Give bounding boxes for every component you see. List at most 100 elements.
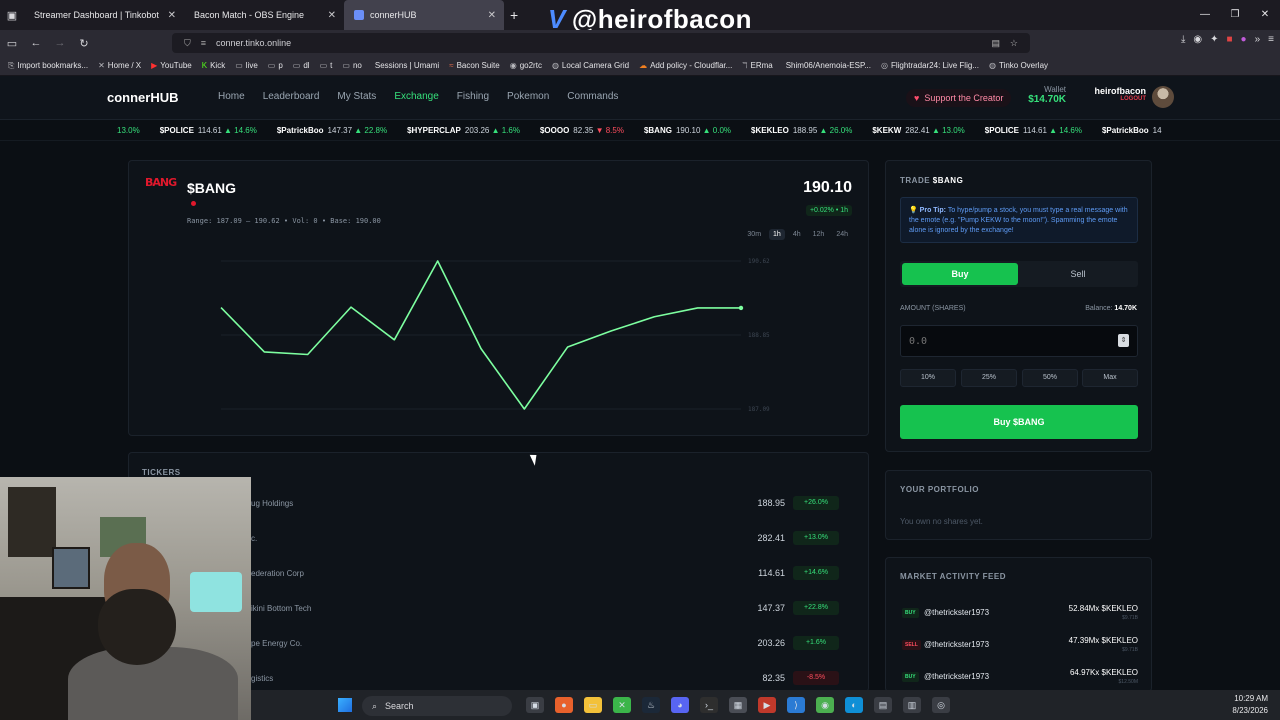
taskbar-search[interactable]: ⌕ Search — [362, 696, 512, 716]
vscode-icon[interactable]: ⟩ — [787, 697, 805, 713]
chrome-icon[interactable]: ◉ — [816, 697, 834, 713]
pct-10-button[interactable]: 10% — [900, 369, 956, 387]
bookmark-go2rtc[interactable]: ◉ go2rtc — [510, 61, 542, 70]
avatar[interactable] — [1152, 86, 1174, 108]
bookmark-folder-no[interactable]: ▭ no — [342, 61, 361, 70]
sell-tab[interactable]: Sell — [1020, 263, 1136, 285]
pct-50-button[interactable]: 50% — [1022, 369, 1078, 387]
app-icon[interactable]: ▤ — [874, 697, 892, 713]
bookmark-folder-live[interactable]: ▭ live — [235, 61, 258, 70]
pct-25-button[interactable]: 25% — [961, 369, 1017, 387]
ticker-strip-item[interactable]: $OOOO 82.35 ▼ 8.5% — [540, 126, 624, 135]
bookmark-folder-t[interactable]: ▭ t — [320, 61, 333, 70]
extension-red-icon[interactable]: ■ — [1227, 34, 1233, 45]
menu-icon[interactable]: ≡ — [1268, 34, 1274, 45]
ticker-strip-item[interactable]: $HYPERCLAP 203.26 ▲ 1.6% — [407, 126, 520, 135]
buy-tab[interactable]: Buy — [902, 263, 1018, 285]
sidebar-toggle-icon[interactable]: ▭ — [0, 37, 24, 50]
reload-icon[interactable]: ↻ — [72, 37, 96, 50]
ticker-strip-item[interactable]: $POLICE 114.61 ▲ 14.6% — [160, 126, 257, 135]
logout-link[interactable]: LOGOUT — [1090, 96, 1146, 102]
nav-fishing[interactable]: Fishing — [457, 91, 489, 102]
close-tab-icon[interactable]: ✕ — [168, 10, 176, 21]
ticker-strip-item[interactable]: $KEKLEO 188.95 ▲ 26.0% — [751, 126, 852, 135]
download-icon[interactable]: ⤓ — [1181, 34, 1185, 45]
bookmark-flightradar[interactable]: ◎ Flightradar24: Live Flig... — [881, 61, 979, 70]
bookmark-star-icon[interactable]: ☆ — [1010, 38, 1018, 49]
close-window-icon[interactable]: ✕ — [1250, 0, 1280, 30]
file-explorer-icon[interactable]: ▭ — [584, 697, 602, 713]
terminal-icon[interactable]: ›_ — [700, 697, 718, 713]
reader-icon[interactable]: ▤ — [991, 38, 1000, 49]
ticker-strip-item[interactable]: $BANG 190.10 ▲ 0.0% — [644, 126, 731, 135]
discord-icon[interactable]: ◕ — [671, 697, 689, 713]
restore-icon[interactable]: ❐ — [1220, 0, 1250, 30]
ticker-strip-item[interactable]: $PatrickBoo 147.37 ▲ 22.8% — [277, 126, 387, 135]
minimize-icon[interactable]: — — [1190, 0, 1220, 30]
task-view-icon[interactable]: ▣ — [526, 697, 544, 713]
tab-connerhub[interactable]: connerHUB ✕ — [344, 0, 504, 30]
close-tab-icon[interactable]: ✕ — [488, 10, 496, 21]
app-icon[interactable]: ▦ — [729, 697, 747, 713]
buy-submit-button[interactable]: Buy $BANG — [900, 405, 1138, 439]
site-info-icon[interactable]: ≡ — [201, 38, 206, 48]
nav-commands[interactable]: Commands — [567, 91, 618, 102]
steam-icon[interactable]: ♨ — [642, 697, 660, 713]
edge-icon[interactable]: ◐ — [845, 697, 863, 713]
bookmark-cloudflare[interactable]: ☁ Add policy - Cloudflar... — [639, 61, 732, 70]
taskbar-clock[interactable]: 10:29 AM 8/23/2026 — [1232, 693, 1268, 717]
bookmark-kick[interactable]: K Kick — [202, 61, 225, 70]
bookmark-youtube[interactable]: ▶ YouTube — [151, 61, 192, 70]
back-icon[interactable]: ← — [24, 37, 48, 49]
account-icon[interactable]: ◉ — [1193, 34, 1202, 45]
app-icon[interactable]: ▥ — [903, 697, 921, 713]
extensions-icon[interactable]: ✦ — [1210, 34, 1218, 45]
url-bar[interactable]: ⛉ ≡ conner.tinko.online ▤ ☆ — [172, 33, 1030, 53]
nav-pokemon[interactable]: Pokemon — [507, 91, 549, 102]
bookmark-camera-grid[interactable]: ◍ Local Camera Grid — [552, 61, 629, 70]
extension-purple-icon[interactable]: ● — [1241, 34, 1247, 45]
tab-bacon-match[interactable]: Bacon Match - OBS Engine ✕ — [184, 0, 344, 30]
support-creator-button[interactable]: ♥ Support the Creator — [906, 89, 1012, 107]
ticker-change-badge: +13.0% — [793, 531, 839, 545]
tab-streamer-dashboard[interactable]: Streamer Dashboard | Tinkobot ✕ — [24, 0, 184, 30]
stepper-icon[interactable]: ⇕ — [1118, 334, 1129, 347]
feed-user[interactable]: @thetrickster1973 — [924, 640, 989, 649]
xbox-icon[interactable]: ✕ — [613, 697, 631, 713]
bookmark-github[interactable]: Shim06/Anemoia-ESP... — [783, 61, 871, 70]
amount-input[interactable] — [900, 325, 1138, 357]
feed-user[interactable]: @thetrickster1973 — [924, 608, 989, 617]
max-button[interactable]: Max — [1082, 369, 1138, 387]
bookmark-bacon-suite[interactable]: ≈ Bacon Suite — [449, 61, 500, 70]
tab-list-icon[interactable]: ▣ — [0, 9, 24, 22]
forward-icon[interactable]: → — [48, 37, 72, 49]
windows-start-icon[interactable] — [338, 698, 352, 712]
nav-exchange[interactable]: Exchange — [394, 91, 438, 102]
nav-my-stats[interactable]: My Stats — [337, 91, 376, 102]
ticker-strip-item[interactable]: $KEKW 282.41 ▲ 13.0% — [872, 126, 964, 135]
bookmark-umami[interactable]: Sessions | Umami — [372, 61, 439, 70]
pro-tip: 💡 Pro Tip: To hype/pump a stock, you mus… — [900, 197, 1138, 243]
ticker-change-badge: +26.0% — [793, 496, 839, 510]
bookmark-erma[interactable]: ℸ ERma — [742, 61, 772, 70]
new-tab-icon[interactable]: + — [510, 7, 518, 23]
overflow-icon[interactable]: » — [1255, 34, 1261, 45]
ticker-strip-item[interactable]: $PatrickBoo 14 — [1102, 126, 1162, 135]
stream-app-icon[interactable]: ▶ — [758, 697, 776, 713]
bookmark-folder-dl[interactable]: ▭ dl — [293, 61, 310, 70]
obs-icon[interactable]: ◎ — [932, 697, 950, 713]
site-brand[interactable]: connerHUB — [107, 90, 179, 105]
ticker-strip-item[interactable]: 13.0% — [117, 126, 140, 135]
nav-leaderboard[interactable]: Leaderboard — [263, 91, 320, 102]
feed-user[interactable]: @thetrickster1973 — [924, 672, 989, 681]
feed-row: SELL @thetrickster1973 47.39Mx $KEKLEO $9.7… — [900, 634, 1138, 662]
firefox-icon[interactable]: ● — [555, 697, 573, 713]
bookmark-folder-p[interactable]: ▭ p — [268, 61, 283, 70]
nav-home[interactable]: Home — [218, 91, 245, 102]
close-tab-icon[interactable]: ✕ — [328, 10, 336, 21]
bookmark-x[interactable]: ✕ Home / X — [98, 61, 141, 70]
bookmark-import[interactable]: ⎘ Import bookmarks... — [8, 61, 88, 71]
ticker-strip-item[interactable]: $POLICE 114.61 ▲ 14.6% — [985, 126, 1082, 135]
webcam-light — [190, 572, 242, 612]
bookmark-tinko-overlay[interactable]: ◍ Tinko Overlay — [989, 61, 1048, 70]
